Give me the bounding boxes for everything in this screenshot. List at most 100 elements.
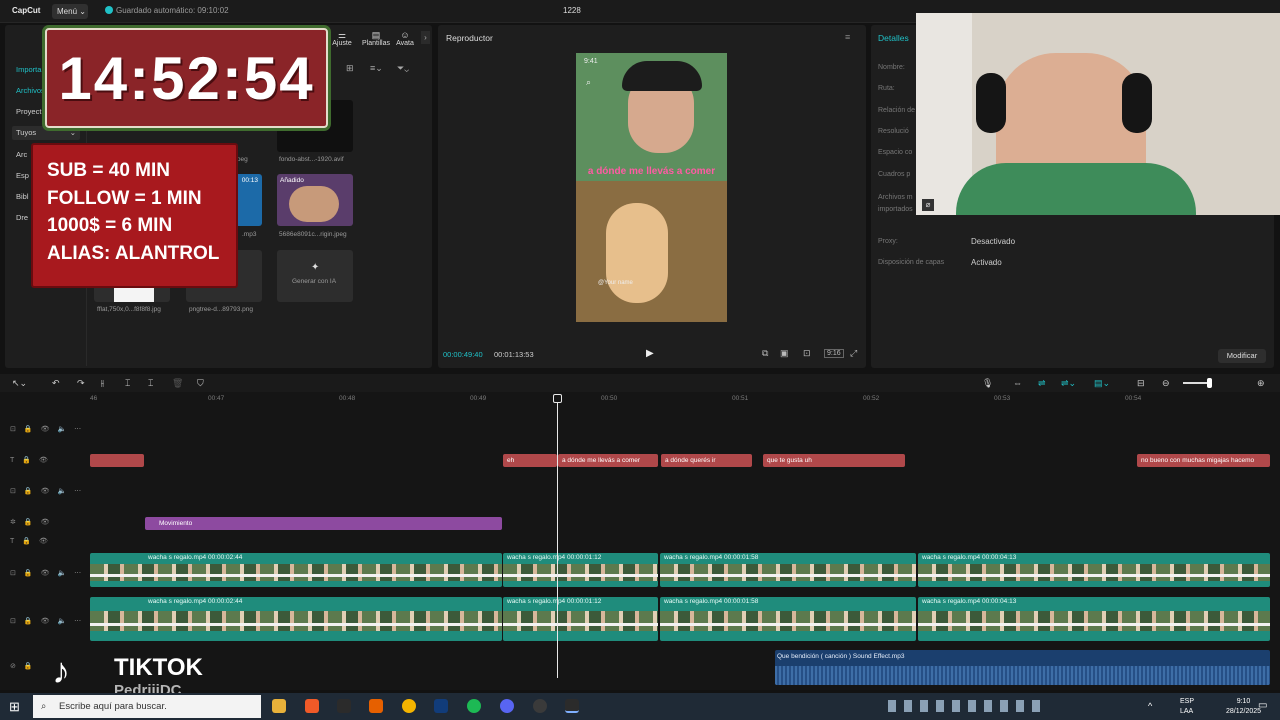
play-button[interactable]: ▶ bbox=[646, 348, 654, 359]
caption-clip[interactable]: eh bbox=[503, 454, 557, 467]
capcut-icon[interactable] bbox=[337, 699, 351, 713]
generate-ai-button[interactable]: ✦ Generar con IA bbox=[277, 250, 353, 302]
ratio-button[interactable]: 9:16 bbox=[824, 349, 844, 358]
menu-button[interactable]: Menú ⌄ bbox=[52, 4, 88, 19]
notifications-icon[interactable]: ▭ bbox=[1258, 700, 1267, 711]
video-clip[interactable]: wacha s regalo.mp4 00:00:02:44 bbox=[90, 597, 502, 641]
tool-adjust[interactable]: ⚌ Ajuste bbox=[324, 30, 360, 47]
video-clip[interactable]: wacha s regalo.mp4 00:00:01:58 bbox=[660, 597, 916, 641]
zoom-out-icon[interactable]: ⊖ bbox=[1162, 378, 1170, 389]
video-clip[interactable]: wacha s regalo.mp4 00:00:04:13 bbox=[918, 553, 1270, 587]
spotify-icon[interactable] bbox=[467, 699, 481, 713]
fullscreen-icon[interactable]: ⤢ bbox=[850, 348, 857, 359]
category-files[interactable]: Archivos bbox=[12, 84, 45, 98]
firefox-icon[interactable] bbox=[369, 699, 383, 713]
crop-icon[interactable]: ⧉ bbox=[762, 348, 768, 359]
discord-icon[interactable] bbox=[500, 699, 514, 713]
obs-icon[interactable] bbox=[533, 699, 547, 713]
tools-scroll-right[interactable]: › bbox=[421, 31, 430, 44]
video-clip-name: wacha s regalo.mp4 00:00:01:58 bbox=[664, 598, 758, 605]
brave-browser-icon[interactable] bbox=[305, 699, 319, 713]
modify-button[interactable]: Modificar bbox=[1218, 349, 1266, 363]
tool-avatar[interactable]: ☺ Avata bbox=[392, 30, 418, 47]
track-controls[interactable]: ✲🔒👁 bbox=[10, 518, 57, 526]
audio-clip[interactable]: Que bendición ( canción ) Sound Effect.m… bbox=[775, 650, 1270, 685]
media-label-6: pngtree-d...89793.png bbox=[189, 306, 253, 313]
details-title: Detalles bbox=[878, 33, 909, 43]
app-le-icon[interactable] bbox=[434, 699, 448, 713]
avatar-icon: ☺ bbox=[400, 30, 410, 40]
redo-icon[interactable]: ↷ bbox=[77, 378, 85, 389]
taskbar-search[interactable]: ⌕ Escribe aquí para buscar. bbox=[33, 695, 261, 718]
snap-icon[interactable]: ⇌⌄ bbox=[1061, 378, 1076, 389]
sort-icon[interactable]: ≡⌄ bbox=[370, 63, 383, 74]
category-library[interactable]: Bibl bbox=[12, 190, 29, 204]
category-projects[interactable]: Proyect bbox=[12, 105, 41, 119]
video-clip[interactable]: wacha s regalo.mp4 00:00:02:44 bbox=[90, 553, 502, 587]
playhead-handle[interactable] bbox=[553, 394, 562, 403]
magnet-icon[interactable]: ⇌ bbox=[1038, 378, 1046, 389]
track-controls[interactable]: ⊡🔒👁🔈⋯ bbox=[10, 425, 89, 433]
preview-axis-icon[interactable]: ▤⌄ bbox=[1094, 378, 1110, 389]
category-esp[interactable]: Esp bbox=[12, 169, 29, 183]
video-clip[interactable]: wacha s regalo.mp4 00:00:01:12 bbox=[503, 597, 658, 641]
detail-name-label: Nombre: bbox=[878, 64, 905, 71]
capcut-active-icon[interactable] bbox=[565, 699, 579, 713]
track-controls[interactable]: T🔒👁 bbox=[10, 456, 56, 464]
media-duration-badge: 00:13 bbox=[241, 177, 258, 184]
track-controls[interactable]: ⊡🔒👁🔈⋯ bbox=[10, 487, 89, 495]
chrome-icon[interactable] bbox=[402, 699, 416, 713]
proxy-value[interactable]: Desactivado bbox=[971, 237, 1015, 246]
marker-icon[interactable]: ⛉ bbox=[197, 378, 204, 389]
quality-icon[interactable]: ▣ bbox=[780, 348, 789, 359]
zoom-fit-icon[interactable]: ⊡ bbox=[803, 348, 811, 359]
select-tool-icon[interactable]: ↖⌄ bbox=[12, 378, 27, 389]
caption-clip[interactable]: no bueno con muchas migajas hacemo bbox=[1137, 454, 1270, 467]
microphone-icon[interactable]: 🎙 bbox=[982, 378, 993, 389]
track-controls[interactable]: ⊡🔒👁🔈⋯ bbox=[10, 569, 89, 577]
video-clip[interactable]: wacha s regalo.mp4 00:00:01:58 bbox=[660, 553, 916, 587]
language-indicator[interactable]: ESP LAA bbox=[1180, 697, 1194, 717]
tiktok-label: TIKTOK bbox=[114, 654, 203, 681]
category-yours[interactable]: Tuyos ⌄ bbox=[12, 126, 80, 140]
delete-icon[interactable]: 🗑 bbox=[172, 378, 183, 389]
playhead[interactable] bbox=[557, 396, 558, 678]
media-thumb-image[interactable]: Añadido bbox=[277, 174, 353, 226]
chevron-up-icon[interactable]: ^ bbox=[1148, 701, 1152, 711]
video-clip[interactable]: wacha s regalo.mp4 00:00:04:13 bbox=[918, 597, 1270, 641]
caption-clip[interactable]: a dónde querés ir bbox=[661, 454, 752, 467]
link-icon[interactable]: ⇔ bbox=[1013, 378, 1022, 388]
caption-clip[interactable]: que te gusta uh bbox=[763, 454, 905, 467]
undo-icon[interactable]: ↶ bbox=[52, 378, 60, 389]
split-icon[interactable]: ⫲ bbox=[101, 378, 104, 389]
zoom-slider-handle[interactable] bbox=[1207, 378, 1212, 388]
layers-value[interactable]: Activado bbox=[971, 258, 1002, 267]
caption-clip[interactable]: a dónde me llevás a comer bbox=[558, 454, 658, 467]
system-tray-icons[interactable] bbox=[888, 700, 1048, 712]
grid-view-icon[interactable]: ⊞ bbox=[346, 63, 354, 74]
effect-clip[interactable]: Movimiento bbox=[145, 517, 502, 530]
player-menu-icon[interactable]: ≡ bbox=[845, 32, 850, 42]
tool-templates-label: Plantillas bbox=[361, 40, 390, 47]
ruler-tick: 00:49 bbox=[470, 395, 487, 402]
caption-icon[interactable]: ⊟ bbox=[1137, 378, 1145, 389]
category-import[interactable]: Importa bbox=[12, 63, 41, 77]
category-arc[interactable]: Arc bbox=[12, 148, 27, 162]
category-dre[interactable]: Dre bbox=[12, 211, 28, 225]
filter-icon[interactable]: ⏷⌄ bbox=[397, 63, 409, 74]
timeline-ruler[interactable]: 46 00:47 00:48 00:49 00:50 00:51 00:52 0… bbox=[90, 395, 1280, 407]
taskbar-clock[interactable]: 9:10 28/12/2025 bbox=[1226, 697, 1261, 717]
windows-start-icon[interactable]: ⊞ bbox=[9, 699, 20, 715]
file-explorer-icon[interactable] bbox=[272, 699, 286, 713]
caption-clip[interactable] bbox=[90, 454, 144, 467]
zoom-in-icon[interactable]: ⊕ bbox=[1257, 378, 1265, 389]
track-controls[interactable]: T🔒👁 bbox=[10, 537, 56, 545]
split-left-icon[interactable]: ⌶ bbox=[125, 378, 130, 389]
split-right-icon[interactable]: ⌶ bbox=[148, 378, 153, 389]
tool-templates[interactable]: ▤ Plantillas bbox=[358, 30, 394, 47]
track-controls[interactable]: ⊘🔒 bbox=[10, 662, 41, 670]
video-preview[interactable]: 9:41 ⌕ a dónde me llevás a comer @Your n… bbox=[576, 53, 727, 322]
video-clip[interactable]: wacha s regalo.mp4 00:00:01:12 bbox=[503, 553, 658, 587]
detail-imported-label: Archivos m importados bbox=[878, 194, 913, 213]
track-controls[interactable]: ⊡🔒👁🔈⋯ bbox=[10, 617, 89, 625]
